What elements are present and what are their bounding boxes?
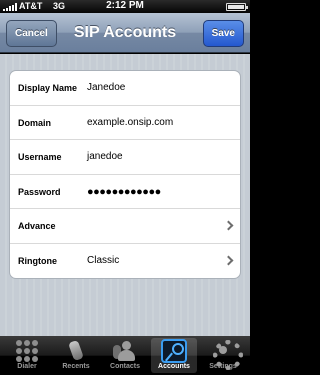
tab-label: Accounts	[158, 363, 190, 370]
domain-label: Domain	[18, 117, 52, 128]
password-row[interactable]: Password ●●●●●●●●●●●●	[10, 175, 240, 209]
ringtone-value: Classic	[87, 254, 120, 266]
domain-field[interactable]: example.onsip.com	[87, 106, 173, 140]
tab-label: Recents	[62, 363, 90, 370]
save-button[interactable]: Save	[202, 20, 244, 47]
display-name-field[interactable]: Janedoe	[87, 71, 125, 105]
display-name-label: Display Name	[18, 83, 78, 93]
username-label: Username	[18, 152, 62, 162]
battery-icon	[226, 3, 248, 11]
display-name-row[interactable]: Display Name Janedoe	[10, 71, 240, 106]
navigation-bar: Cancel SIP Accounts Save	[0, 13, 250, 53]
page-title: SIP Accounts	[73, 24, 177, 41]
dialer-icon	[14, 339, 40, 363]
contacts-icon	[112, 339, 138, 363]
account-settings-group: Display Name Janedoe Domain example.onsi…	[9, 70, 241, 279]
tab-recents[interactable]: Recents	[53, 338, 99, 373]
chevron-right-icon	[223, 255, 234, 265]
username-field[interactable]: janedoe	[87, 140, 123, 174]
gear-icon	[210, 339, 243, 370]
accounts-icon	[161, 339, 187, 363]
phone-handset-icon	[63, 339, 89, 363]
chevron-right-icon	[223, 220, 234, 231]
tab-contacts[interactable]: Contacts	[102, 338, 148, 373]
password-field[interactable]: ●●●●●●●●●●●●	[87, 175, 161, 209]
advance-row[interactable]: Advance	[10, 209, 240, 244]
ringtone-row[interactable]: Ringtone Classic	[10, 244, 240, 279]
tab-settings[interactable]: Settings	[200, 338, 246, 373]
tab-accounts[interactable]: Accounts	[151, 338, 197, 373]
ringtone-label: Ringtone	[18, 255, 57, 266]
tab-dialer[interactable]: Dialer	[4, 338, 50, 373]
username-row[interactable]: Username janedoe	[10, 140, 240, 175]
password-label: Password	[18, 186, 61, 197]
tab-label: Contacts	[110, 363, 140, 370]
domain-row[interactable]: Domain example.onsip.com	[10, 106, 240, 140]
tab-bar: Dialer Recents Contacts Accounts Setting…	[0, 336, 250, 375]
status-bar: AT&T 3G 2:12 PM	[0, 0, 250, 13]
advance-label: Advance	[18, 221, 56, 231]
account-form-area: Display Name Janedoe Domain example.onsi…	[0, 54, 250, 336]
clock: 2:12 PM	[106, 0, 144, 11]
tab-label: Dialer	[17, 363, 37, 370]
